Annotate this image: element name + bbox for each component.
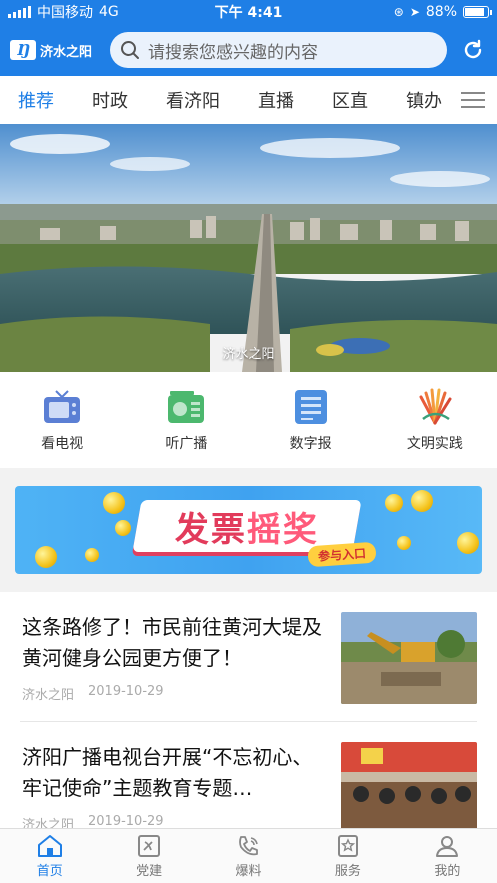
invoice-lottery-banner[interactable]: 发票摇奖 参与入口 — [15, 486, 482, 574]
news-thumbnail — [341, 612, 477, 704]
quick-link-radio[interactable]: 听广播 — [124, 372, 248, 468]
carrier-label: 中国移动 — [37, 5, 93, 21]
tab-live[interactable]: 直播 — [258, 87, 294, 113]
home-icon — [37, 834, 62, 857]
nav-label: 首页 — [36, 863, 63, 879]
quick-link-label: 看电视 — [41, 436, 84, 452]
nav-label: 我的 — [434, 863, 461, 879]
news-source: 济水之阳 — [22, 818, 75, 828]
ad-title-part-a: 发票 — [175, 509, 247, 550]
news-list: 这条路修了！市民前往黄河大堤及黄河健身公园更方便了！ 济水之阳 2019-10-… — [0, 592, 497, 828]
news-date: 2019-10-29 — [88, 814, 164, 828]
banner-caption: 济水之阳 — [222, 347, 275, 362]
nav-label: 爆料 — [235, 863, 262, 879]
quick-link-newspaper[interactable]: 数字报 — [249, 372, 373, 468]
tab-jiyang[interactable]: 看济阳 — [166, 87, 220, 113]
newspaper-icon — [291, 387, 331, 427]
tv-icon — [42, 387, 82, 427]
party-icon — [138, 834, 161, 857]
nav-report[interactable]: 爆料 — [199, 829, 298, 883]
search-input[interactable]: 请搜索您感兴趣的内容 — [110, 32, 447, 68]
signal-icon — [8, 6, 31, 18]
quick-link-label: 文明实践 — [406, 436, 463, 452]
nav-service[interactable]: 服务 — [298, 829, 397, 883]
news-item[interactable]: 这条路修了！市民前往黄河大堤及黄河健身公园更方便了！ 济水之阳 2019-10-… — [20, 592, 477, 722]
clock: 下午 4:41 — [214, 5, 283, 21]
tab-politics[interactable]: 时政 — [92, 87, 128, 113]
news-meta: 济水之阳 2019-10-29 — [22, 814, 164, 828]
coin-decoration — [103, 492, 125, 514]
coin-decoration — [411, 490, 433, 512]
nav-profile[interactable]: 我的 — [398, 829, 497, 883]
news-item[interactable]: 济阳广播电视台开展“不忘初心、牢记使命”主题教育专题… 济水之阳 2019-10… — [20, 722, 477, 828]
tab-menu-button[interactable] — [449, 76, 497, 124]
news-meta: 济水之阳 2019-10-29 — [22, 684, 164, 703]
location-icon: ➤ — [409, 5, 420, 19]
tab-district[interactable]: 区直 — [332, 87, 368, 113]
app-logo[interactable]: Ŋ 济水之阳 — [10, 40, 102, 60]
coin-decoration — [385, 494, 403, 512]
nav-party[interactable]: 党建 — [99, 829, 198, 883]
banner-carousel[interactable]: 济水之阳 — [0, 124, 497, 372]
rotation-lock-icon: ⊛ — [393, 5, 404, 19]
status-bar: 中国移动 4G 下午 4:41 ⊛ ➤ 88% — [0, 0, 497, 24]
search-placeholder: 请搜索您感兴趣的内容 — [148, 42, 318, 63]
coin-decoration — [115, 520, 131, 536]
news-date: 2019-10-29 — [88, 684, 164, 699]
quick-link-label: 听广播 — [165, 436, 208, 452]
menu-icon — [461, 92, 485, 108]
news-source: 济水之阳 — [22, 688, 75, 703]
battery-percent: 88% — [425, 4, 457, 20]
logo-mark-icon: Ŋ — [10, 40, 36, 60]
news-title: 济阳广播电视台开展“不忘初心、牢记使命”主题教育专题… — [22, 745, 313, 800]
search-icon — [121, 41, 139, 59]
radio-icon — [166, 387, 206, 427]
quick-links: 看电视 听广播 数字报 文明实践 — [0, 372, 497, 468]
bottom-nav: 首页 党建 爆料 服务 我的 — [0, 828, 497, 883]
quick-link-civilization[interactable]: 文明实践 — [373, 372, 497, 468]
refresh-icon — [464, 39, 482, 59]
news-thumbnail — [341, 742, 477, 828]
battery-icon — [463, 6, 492, 18]
quick-link-tv[interactable]: 看电视 — [0, 372, 124, 468]
ad-cta-button[interactable]: 参与入口 — [307, 541, 377, 568]
coin-decoration — [457, 532, 479, 554]
quick-link-label: 数字报 — [289, 436, 332, 452]
network-label: 4G — [99, 4, 119, 20]
ad-title-part-b: 摇奖 — [247, 509, 319, 550]
logo-text: 济水之阳 — [40, 44, 93, 60]
category-tabs: 推荐 时政 看济阳 直播 区直 镇办 — [0, 76, 497, 124]
nav-label: 服务 — [334, 863, 361, 879]
nav-home[interactable]: 首页 — [0, 829, 99, 883]
phone-icon — [238, 835, 258, 855]
tab-recommend[interactable]: 推荐 — [18, 87, 54, 113]
banner-image — [0, 124, 497, 372]
app-header: Ŋ 济水之阳 请搜索您感兴趣的内容 — [0, 24, 497, 76]
coin-decoration — [35, 546, 57, 568]
news-title: 这条路修了！市民前往黄河大堤及黄河健身公园更方便了！ — [22, 615, 322, 670]
coin-decoration — [397, 536, 411, 550]
tab-towns[interactable]: 镇办 — [406, 87, 442, 113]
coin-decoration — [85, 548, 99, 562]
user-icon — [436, 835, 459, 857]
refresh-button[interactable] — [459, 36, 487, 64]
nav-label: 党建 — [136, 863, 163, 879]
service-icon — [337, 834, 358, 857]
civilization-icon — [415, 387, 455, 427]
